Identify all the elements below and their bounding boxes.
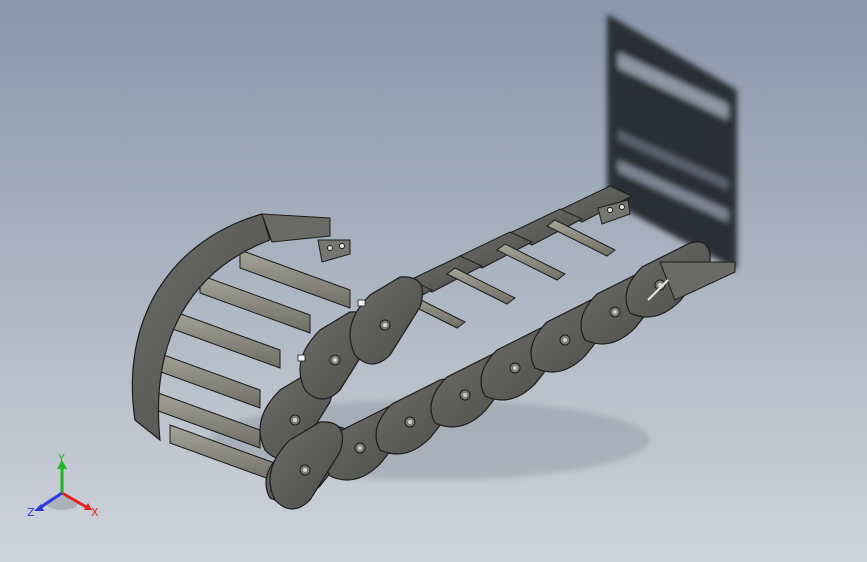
link-pin-hole: [358, 446, 362, 450]
chain-crossbar: [496, 243, 566, 281]
chain-crossbar: [546, 219, 616, 257]
link-pin-hole: [563, 338, 567, 342]
bracket-hole: [339, 243, 345, 249]
bracket-hole: [619, 204, 625, 210]
link-pin-hole: [463, 393, 467, 397]
chain-crossbar: [446, 267, 516, 305]
z-axis-label: Z: [27, 506, 35, 519]
end-plate: [261, 213, 331, 243]
link-pin-hole: [613, 310, 617, 314]
link-pin-hole: [303, 468, 307, 472]
link-pin-hole: [513, 366, 517, 370]
graphics-viewport[interactable]: Y X Z: [0, 0, 867, 562]
link-pin-hole: [383, 323, 387, 327]
pin-cap: [357, 299, 366, 307]
bracket-hole: [607, 207, 613, 213]
x-axis-label: X: [91, 506, 99, 519]
bracket-hole: [327, 245, 333, 251]
y-axis-label: Y: [57, 452, 65, 465]
mount-bracket: [317, 239, 351, 263]
bend-crossbar: [169, 309, 281, 369]
shadow-projection: [607, 14, 737, 270]
model-view[interactable]: Y X Z: [0, 0, 867, 562]
link-pin-hole: [293, 418, 297, 422]
coordinate-triad: Y X Z: [27, 452, 99, 519]
link-pin-hole: [408, 420, 412, 424]
link-pin-hole: [333, 358, 337, 362]
pin-cap: [297, 354, 306, 362]
